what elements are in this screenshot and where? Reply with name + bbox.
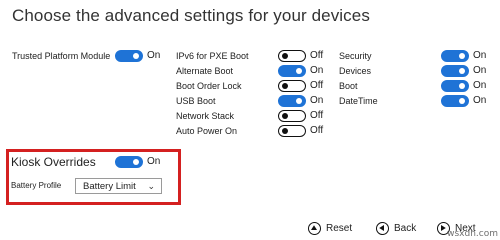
- toggle-knob: [133, 52, 139, 59]
- setting-label: Security: [339, 51, 372, 61]
- setting-ipv6-pxe-boot: IPv6 for PXE Boot: [176, 49, 249, 63]
- back-button[interactable]: Back: [376, 220, 416, 236]
- battery-profile-value: Battery Limit: [83, 180, 136, 192]
- auto-power-on-toggle[interactable]: [278, 125, 306, 137]
- page-title: Choose the advanced settings for your de…: [12, 6, 370, 25]
- toggle-state: On: [473, 80, 487, 91]
- kiosk-overrides-toggle[interactable]: [115, 156, 143, 168]
- battery-profile-label: Battery Profile: [11, 181, 62, 190]
- setting-label: Network Stack: [176, 111, 235, 121]
- setting-label: IPv6 for PXE Boot: [176, 51, 249, 61]
- setting-security: Security: [339, 49, 372, 63]
- setting-label: USB Boot: [176, 96, 216, 106]
- toggle-knob: [282, 52, 288, 59]
- boot-toggle[interactable]: [441, 80, 469, 92]
- toggle-state: On: [147, 156, 161, 167]
- boot-order-lock-toggle[interactable]: [278, 80, 306, 92]
- toggle-state: On: [147, 50, 161, 61]
- network-stack-toggle[interactable]: [278, 110, 306, 122]
- toggle-knob: [459, 67, 465, 74]
- toggle-knob: [282, 82, 288, 89]
- setting-auto-power-on: Auto Power On: [176, 124, 237, 138]
- chevron-down-icon: ⌄: [147, 181, 155, 191]
- trusted-platform-module-toggle[interactable]: [115, 50, 143, 62]
- reset-button[interactable]: Reset: [308, 220, 352, 236]
- toggle-knob: [459, 82, 465, 89]
- kiosk-overrides-label: Kiosk Overrides: [11, 155, 96, 169]
- battery-profile-select[interactable]: Battery Limit ⌄: [75, 178, 162, 194]
- setting-trusted-platform-module: Trusted Platform Module: [12, 49, 110, 63]
- advanced-settings-page: Choose the advanced settings for your de…: [0, 0, 500, 240]
- toggle-knob: [459, 97, 465, 104]
- setting-devices: Devices: [339, 64, 371, 78]
- back-label: Back: [394, 222, 417, 234]
- setting-label: Trusted Platform Module: [12, 51, 111, 61]
- watermark: wsxdn.com: [447, 229, 498, 239]
- setting-label: Alternate Boot: [176, 66, 234, 76]
- security-toggle[interactable]: [441, 50, 469, 62]
- reset-label: Reset: [326, 222, 353, 234]
- toggle-state: On: [310, 65, 324, 76]
- setting-network-stack: Network Stack: [176, 109, 234, 123]
- toggle-state: Off: [310, 125, 324, 136]
- setting-label: Auto Power On: [176, 126, 238, 136]
- toggle-knob: [133, 158, 139, 165]
- alternate-boot-toggle[interactable]: [278, 65, 306, 77]
- usb-boot-toggle[interactable]: [278, 95, 306, 107]
- toggle-knob: [282, 112, 288, 119]
- setting-label: Boot Order Lock: [176, 81, 242, 91]
- setting-datetime: DateTime: [339, 94, 378, 108]
- setting-boot: Boot: [339, 79, 358, 93]
- arrow-left-icon: [376, 221, 389, 235]
- setting-boot-order-lock: Boot Order Lock: [176, 79, 242, 93]
- toggle-knob: [296, 67, 302, 74]
- toggle-knob: [459, 52, 465, 59]
- toggle-state: Off: [310, 50, 324, 61]
- setting-alternate-boot: Alternate Boot: [176, 64, 233, 78]
- toggle-knob: [296, 97, 302, 104]
- toggle-state: Off: [310, 80, 324, 91]
- toggle-knob: [282, 127, 288, 134]
- setting-label: Devices: [339, 66, 372, 76]
- arrow-up-icon: [308, 221, 321, 235]
- toggle-state: On: [473, 50, 487, 61]
- toggle-state: On: [473, 65, 487, 76]
- setting-label: DateTime: [339, 96, 378, 106]
- datetime-toggle[interactable]: [441, 95, 469, 107]
- toggle-state: On: [310, 95, 324, 106]
- setting-usb-boot: USB Boot: [176, 94, 216, 108]
- setting-label: Boot: [339, 81, 358, 91]
- ipv6-pxe-boot-toggle[interactable]: [278, 50, 306, 62]
- toggle-state: On: [473, 95, 487, 106]
- devices-toggle[interactable]: [441, 65, 469, 77]
- toggle-state: Off: [310, 110, 324, 121]
